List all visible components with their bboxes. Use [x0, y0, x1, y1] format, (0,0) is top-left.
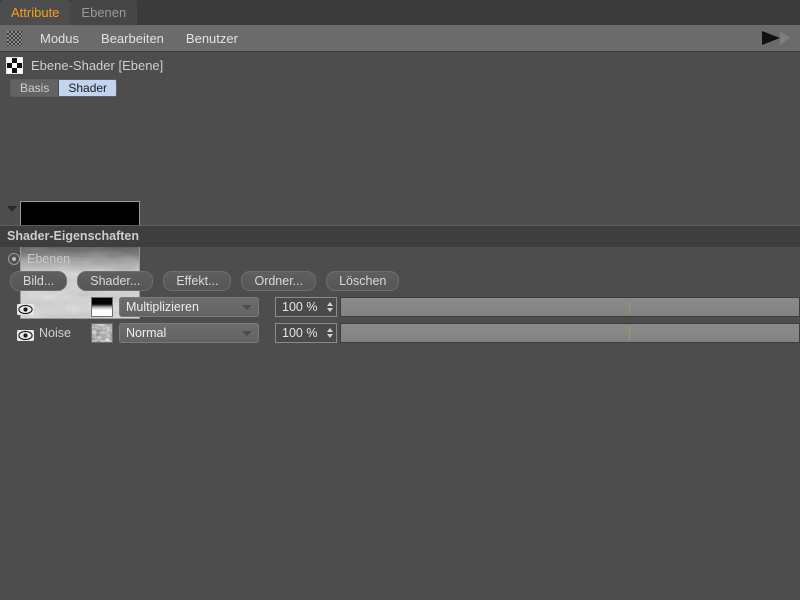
- slider-tick-falloff: [629, 301, 630, 314]
- chevron-down-icon: [242, 304, 252, 310]
- quantity-stepper-falloff[interactable]: [324, 302, 336, 312]
- triangle-down-icon[interactable]: [7, 206, 17, 212]
- top-tab-strip: Attribute Ebenen: [0, 0, 800, 25]
- opacity-value-noise: 100 %: [282, 325, 318, 340]
- tab-attribute-label: Attribute: [11, 5, 60, 20]
- gradient-thumb[interactable]: [91, 297, 113, 317]
- subtab-shader-label: Shader: [68, 81, 108, 95]
- layer-name-noise: Noise: [39, 325, 71, 340]
- opacity-value-falloff: 100 %: [282, 299, 318, 314]
- stepper-down-icon: [327, 308, 333, 312]
- ordner-button[interactable]: Ordner...: [241, 271, 317, 291]
- back-arrow-icon[interactable]: [750, 28, 790, 48]
- object-title-row: Ebene-Shader [Ebene]: [0, 53, 800, 77]
- bild-button[interactable]: Bild...: [10, 271, 68, 291]
- page-title: Ebene-Shader [Ebene]: [31, 57, 164, 73]
- opacity-slider-falloff[interactable]: [340, 297, 800, 317]
- preview-area: [0, 99, 800, 319]
- slider-fill-noise: [341, 324, 799, 342]
- blend-mode-dropdown-noise[interactable]: Normal: [119, 323, 259, 343]
- chevron-down-icon: [242, 330, 252, 336]
- subtab-basis[interactable]: Basis: [11, 80, 59, 96]
- eye-icon[interactable]: [17, 328, 34, 341]
- menu-item-modus[interactable]: Modus: [29, 32, 90, 45]
- attribute-manager-window: Attribute Ebenen Modus Bearbeiten Benutz…: [0, 0, 800, 600]
- menu-bar: Modus Bearbeiten Benutzer: [0, 25, 800, 52]
- opacity-slider-noise[interactable]: [340, 323, 800, 343]
- opacity-field-falloff[interactable]: 100 %: [275, 297, 337, 317]
- shader-properties-title: Shader-Eigenschaften: [7, 229, 139, 244]
- tab-attribute[interactable]: Attribute: [0, 0, 71, 25]
- shader-properties-header: Shader-Eigenschaften: [0, 225, 800, 247]
- blend-mode-label-noise: Normal: [126, 326, 167, 340]
- ebenen-radio-row[interactable]: Ebenen: [0, 249, 800, 269]
- effekt-button[interactable]: Effekt...: [163, 271, 232, 291]
- menu-item-bearbeiten[interactable]: Bearbeiten: [90, 32, 175, 45]
- stepper-up-icon: [327, 302, 333, 306]
- shader-button[interactable]: Shader...: [77, 271, 154, 291]
- noise-thumb[interactable]: [91, 323, 113, 343]
- checkerboard-shader-icon: [6, 56, 23, 74]
- stepper-up-icon: [327, 328, 333, 332]
- blend-mode-dropdown-falloff[interactable]: Multiplizieren: [119, 297, 259, 317]
- slider-fill-falloff: [341, 298, 799, 316]
- eye-icon[interactable]: [17, 302, 34, 315]
- layer-name-falloff: Falloff: [39, 299, 73, 314]
- shader-subtabs: Basis Shader: [10, 79, 118, 97]
- layer-action-buttons: Bild... Shader... Effekt... Ordner... Lö…: [0, 269, 800, 293]
- tab-ebenen-label: Ebenen: [81, 5, 127, 20]
- opacity-field-noise[interactable]: 100 %: [275, 323, 337, 343]
- stepper-down-icon: [327, 334, 333, 338]
- quantity-stepper-noise[interactable]: [324, 328, 336, 338]
- radio-icon[interactable]: [8, 253, 20, 265]
- slider-tick-noise: [629, 327, 630, 340]
- ebenen-radio-label: Ebenen: [27, 251, 71, 266]
- checker-icon[interactable]: [7, 30, 22, 46]
- menu-item-benutzer[interactable]: Benutzer: [175, 32, 249, 45]
- subtab-shader[interactable]: Shader: [58, 80, 117, 96]
- tab-ebenen[interactable]: Ebenen: [70, 0, 138, 25]
- loeschen-button[interactable]: Löschen: [326, 271, 400, 291]
- table-row: Falloff Multiplizieren 100 %: [0, 295, 800, 319]
- subtab-basis-label: Basis: [20, 81, 50, 95]
- blend-mode-label-falloff: Multiplizieren: [126, 300, 199, 314]
- table-row: Noise Normal 100 %: [0, 321, 800, 345]
